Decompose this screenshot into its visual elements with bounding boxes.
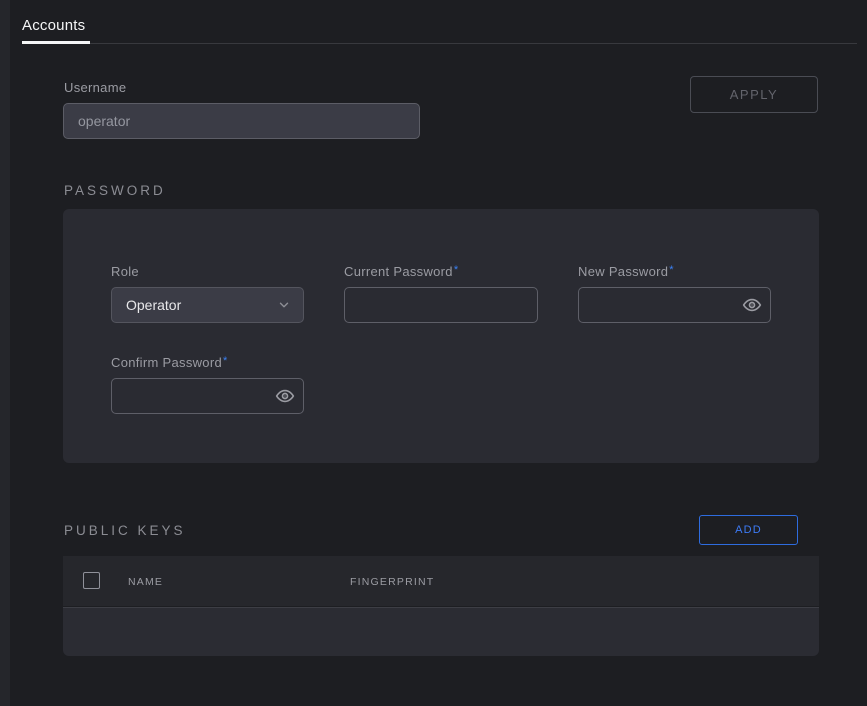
tab-accounts[interactable]: Accounts (22, 17, 85, 34)
confirm-password-field-wrap (111, 378, 304, 414)
required-marker: * (223, 355, 228, 367)
current-password-label: Current Password* (344, 264, 458, 279)
eye-icon[interactable] (275, 386, 295, 406)
select-all-checkbox[interactable] (83, 572, 100, 589)
confirm-password-label: Confirm Password* (111, 355, 228, 370)
role-label: Role (111, 264, 139, 279)
chevron-down-icon (277, 298, 291, 312)
left-edge-strip (0, 0, 10, 706)
username-input[interactable] (63, 103, 420, 139)
tab-accounts-active-underline (22, 41, 90, 44)
column-header-name: NAME (128, 576, 163, 588)
current-password-input[interactable] (344, 287, 538, 323)
tabbar-divider (22, 43, 857, 44)
required-marker: * (454, 264, 459, 276)
public-keys-empty-row (63, 607, 819, 656)
eye-icon[interactable] (742, 295, 762, 315)
public-keys-table-header: NAME FINGERPRINT (63, 556, 819, 606)
role-select[interactable]: Operator (111, 287, 304, 323)
new-password-label: New Password* (578, 264, 674, 279)
password-panel: Role Operator Current Password* New Pass… (63, 209, 819, 463)
add-public-key-button[interactable]: ADD (699, 515, 798, 545)
required-marker: * (669, 264, 674, 276)
username-label: Username (64, 80, 126, 95)
apply-button[interactable]: APPLY (690, 76, 818, 113)
role-select-value: Operator (126, 297, 181, 313)
current-password-field-wrap (344, 287, 538, 323)
accounts-settings-page: Accounts Username APPLY PASSWORD Role Op… (0, 0, 867, 706)
public-keys-section-heading: PUBLIC KEYS (64, 523, 186, 538)
column-header-fingerprint: FINGERPRINT (350, 576, 434, 588)
new-password-field-wrap (578, 287, 771, 323)
password-section-heading: PASSWORD (64, 183, 166, 198)
